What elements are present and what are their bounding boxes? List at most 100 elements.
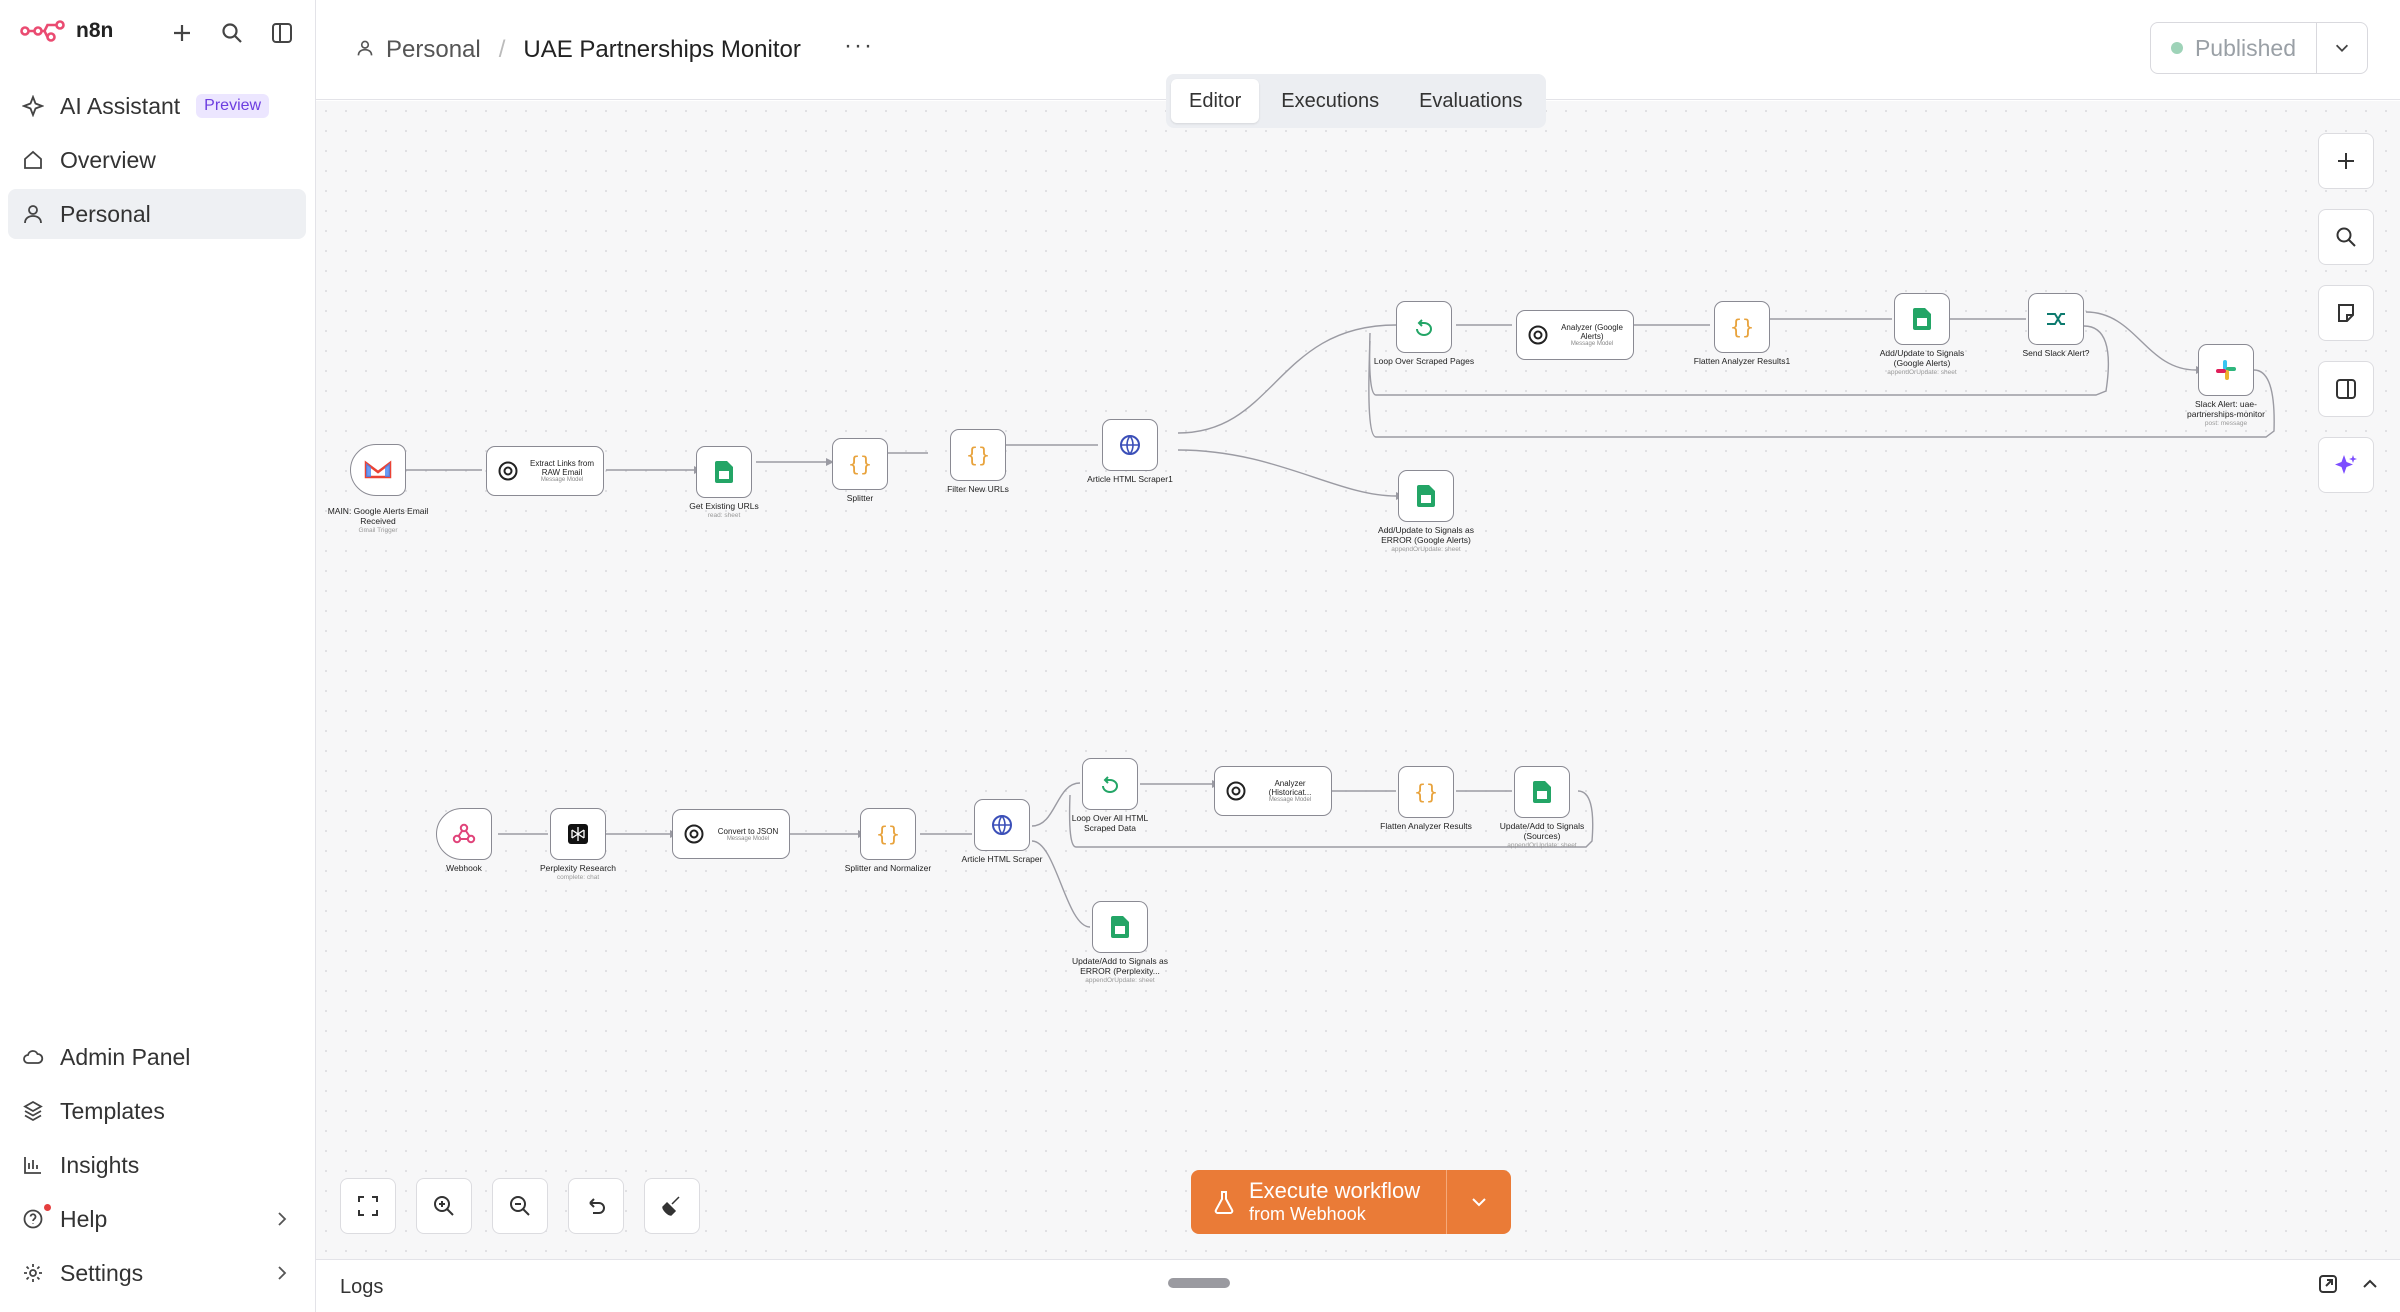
node-flatten-analyzer-results1[interactable]: {}: [1714, 301, 1770, 353]
node-article-html-scraper1[interactable]: [1102, 419, 1158, 471]
ai-assistant-button[interactable]: [2318, 437, 2374, 493]
sidebar-item-settings[interactable]: Settings: [8, 1248, 306, 1298]
undo-button[interactable]: [568, 1178, 624, 1234]
help-icon: [20, 1206, 46, 1232]
execute-workflow-button[interactable]: Execute workflow from Webhook: [1191, 1170, 1448, 1234]
tidy-up-button[interactable]: [644, 1178, 700, 1234]
chevron-right-icon: [272, 1262, 292, 1289]
code-icon: {}: [1729, 315, 1755, 339]
sidebar-item-overview[interactable]: Overview: [8, 135, 306, 185]
node-update-add-signals-error[interactable]: [1092, 901, 1148, 953]
google-sheets-icon: [715, 461, 733, 483]
google-sheets-icon: [1417, 485, 1435, 507]
search-icon[interactable]: [217, 18, 247, 48]
node-webhook[interactable]: [436, 808, 492, 860]
sidebar: n8n AI Assistant Preview Overview Person…: [0, 0, 316, 1312]
chevron-down-icon: [2335, 44, 2349, 52]
toggle-panel-button[interactable]: [2318, 361, 2374, 417]
tab-evaluations[interactable]: Evaluations: [1401, 79, 1540, 123]
workflow-canvas[interactable]: MAIN: Google Alerts Email Received Gmail …: [316, 101, 2400, 1259]
breadcrumb-separator: /: [498, 36, 506, 63]
logs-panel[interactable]: Logs: [316, 1259, 2400, 1312]
node-label: Filter New URLs: [947, 484, 1009, 494]
sidebar-item-help[interactable]: Help: [8, 1194, 306, 1244]
sidebar-item-label: Admin Panel: [60, 1043, 191, 1070]
node-convert-to-json[interactable]: Convert to JSON Message Model: [672, 809, 790, 859]
node-label: Loop Over All HTML Scraped Data: [1071, 813, 1149, 833]
node-slack-alert[interactable]: [2198, 344, 2254, 396]
gear-icon: [20, 1260, 46, 1286]
node-send-slack-alert[interactable]: [2028, 293, 2084, 345]
sidebar-item-label: Help: [60, 1205, 108, 1232]
zoom-out-button[interactable]: [492, 1178, 548, 1234]
node-splitter-normalizer[interactable]: {}: [860, 808, 916, 860]
node-filter-new-urls[interactable]: {}: [950, 429, 1006, 481]
node-splitter[interactable]: {}: [832, 438, 888, 490]
execute-dropdown[interactable]: [1447, 1170, 1511, 1234]
published-button[interactable]: Published: [2151, 23, 2317, 73]
openai-icon: [684, 824, 704, 844]
sidebar-item-ai-assistant[interactable]: AI Assistant Preview: [8, 81, 306, 131]
openai-icon: [498, 461, 518, 481]
sparkle-icon: [2335, 455, 2357, 474]
published-label: Published: [2194, 34, 2296, 61]
node-get-existing-urls[interactable]: [696, 446, 752, 498]
more-options-icon[interactable]: ···: [844, 32, 874, 60]
fit-view-button[interactable]: [340, 1178, 396, 1234]
preview-badge: Preview: [196, 94, 270, 118]
sidebar-item-insights[interactable]: Insights: [8, 1140, 306, 1190]
logs-label: Logs: [340, 1276, 384, 1298]
plus-icon: [2338, 153, 2354, 169]
openai-icon: [1528, 325, 1548, 345]
node-article-html-scraper[interactable]: [974, 799, 1030, 851]
google-sheets-icon: [1913, 308, 1931, 330]
resize-handle[interactable]: [1168, 1278, 1230, 1288]
globe-icon: [1120, 435, 1140, 455]
workflow-name[interactable]: UAE Partnerships Monitor: [523, 36, 800, 64]
tab-executions[interactable]: Executions: [1263, 79, 1397, 123]
templates-icon: [20, 1098, 46, 1124]
node-perplexity-research[interactable]: [550, 808, 606, 860]
node-analyzer-google-alerts[interactable]: Analyzer (Google Alerts) Message Model: [1516, 310, 1634, 360]
flask-icon: [1214, 1191, 1234, 1214]
zoom-in-button[interactable]: [416, 1178, 472, 1234]
search-icon: [2336, 227, 2356, 247]
tab-editor[interactable]: Editor: [1171, 79, 1260, 123]
search-nodes-button[interactable]: [2318, 209, 2374, 265]
node-add-update-signals-error[interactable]: [1398, 470, 1454, 522]
add-icon[interactable]: [167, 18, 197, 48]
sidebar-toggle-icon[interactable]: [267, 18, 297, 48]
sidebar-item-templates[interactable]: Templates: [8, 1086, 306, 1136]
fit-view-icon: [358, 1196, 378, 1216]
canvas-bottom-toolbar: [340, 1178, 700, 1234]
sidebar-item-admin-panel[interactable]: Admin Panel: [8, 1032, 306, 1082]
view-tabs: Editor Executions Evaluations: [1166, 74, 1546, 128]
node-label: Get Existing URLs read: sheet: [689, 501, 759, 519]
breadcrumb-project[interactable]: Personal: [386, 36, 481, 64]
node-label: MAIN: Google Alerts Email Received Gmail …: [327, 506, 429, 534]
node-loop-scraped-pages[interactable]: [1396, 301, 1452, 353]
chevron-up-icon[interactable]: [2360, 1274, 2380, 1299]
slack-icon: [2216, 360, 2236, 380]
canvas-right-toolbar: [2318, 133, 2374, 493]
sidebar-item-label: AI Assistant: [60, 92, 181, 119]
node-gmail-trigger[interactable]: [350, 444, 406, 496]
pop-out-icon[interactable]: [2318, 1274, 2338, 1299]
gmail-icon: [364, 460, 392, 479]
sidebar-item-label: Templates: [60, 1097, 165, 1124]
add-node-button[interactable]: [2318, 133, 2374, 189]
node-loop-all-html[interactable]: [1082, 758, 1138, 810]
node-extract-links[interactable]: Extract Links from RAW Email Message Mode…: [486, 446, 604, 496]
status-dot: [2170, 42, 2183, 54]
sidebar-item-personal[interactable]: Personal: [8, 189, 306, 239]
node-analyzer-historical[interactable]: Analyzer (Historicat... Message Model: [1214, 766, 1332, 816]
publish-dropdown[interactable]: [2317, 23, 2367, 73]
node-update-add-signals-sources[interactable]: [1514, 766, 1570, 818]
node-label: Flatten Analyzer Results1: [1693, 356, 1791, 366]
n8n-logo[interactable]: n8n: [20, 18, 113, 44]
sticky-note-button[interactable]: [2318, 285, 2374, 341]
node-add-update-signals[interactable]: [1894, 293, 1950, 345]
node-flatten-analyzer-results[interactable]: {}: [1398, 766, 1454, 818]
node-label: Article HTML Scraper: [961, 854, 1043, 864]
node-label: Flatten Analyzer Results: [1380, 821, 1472, 831]
